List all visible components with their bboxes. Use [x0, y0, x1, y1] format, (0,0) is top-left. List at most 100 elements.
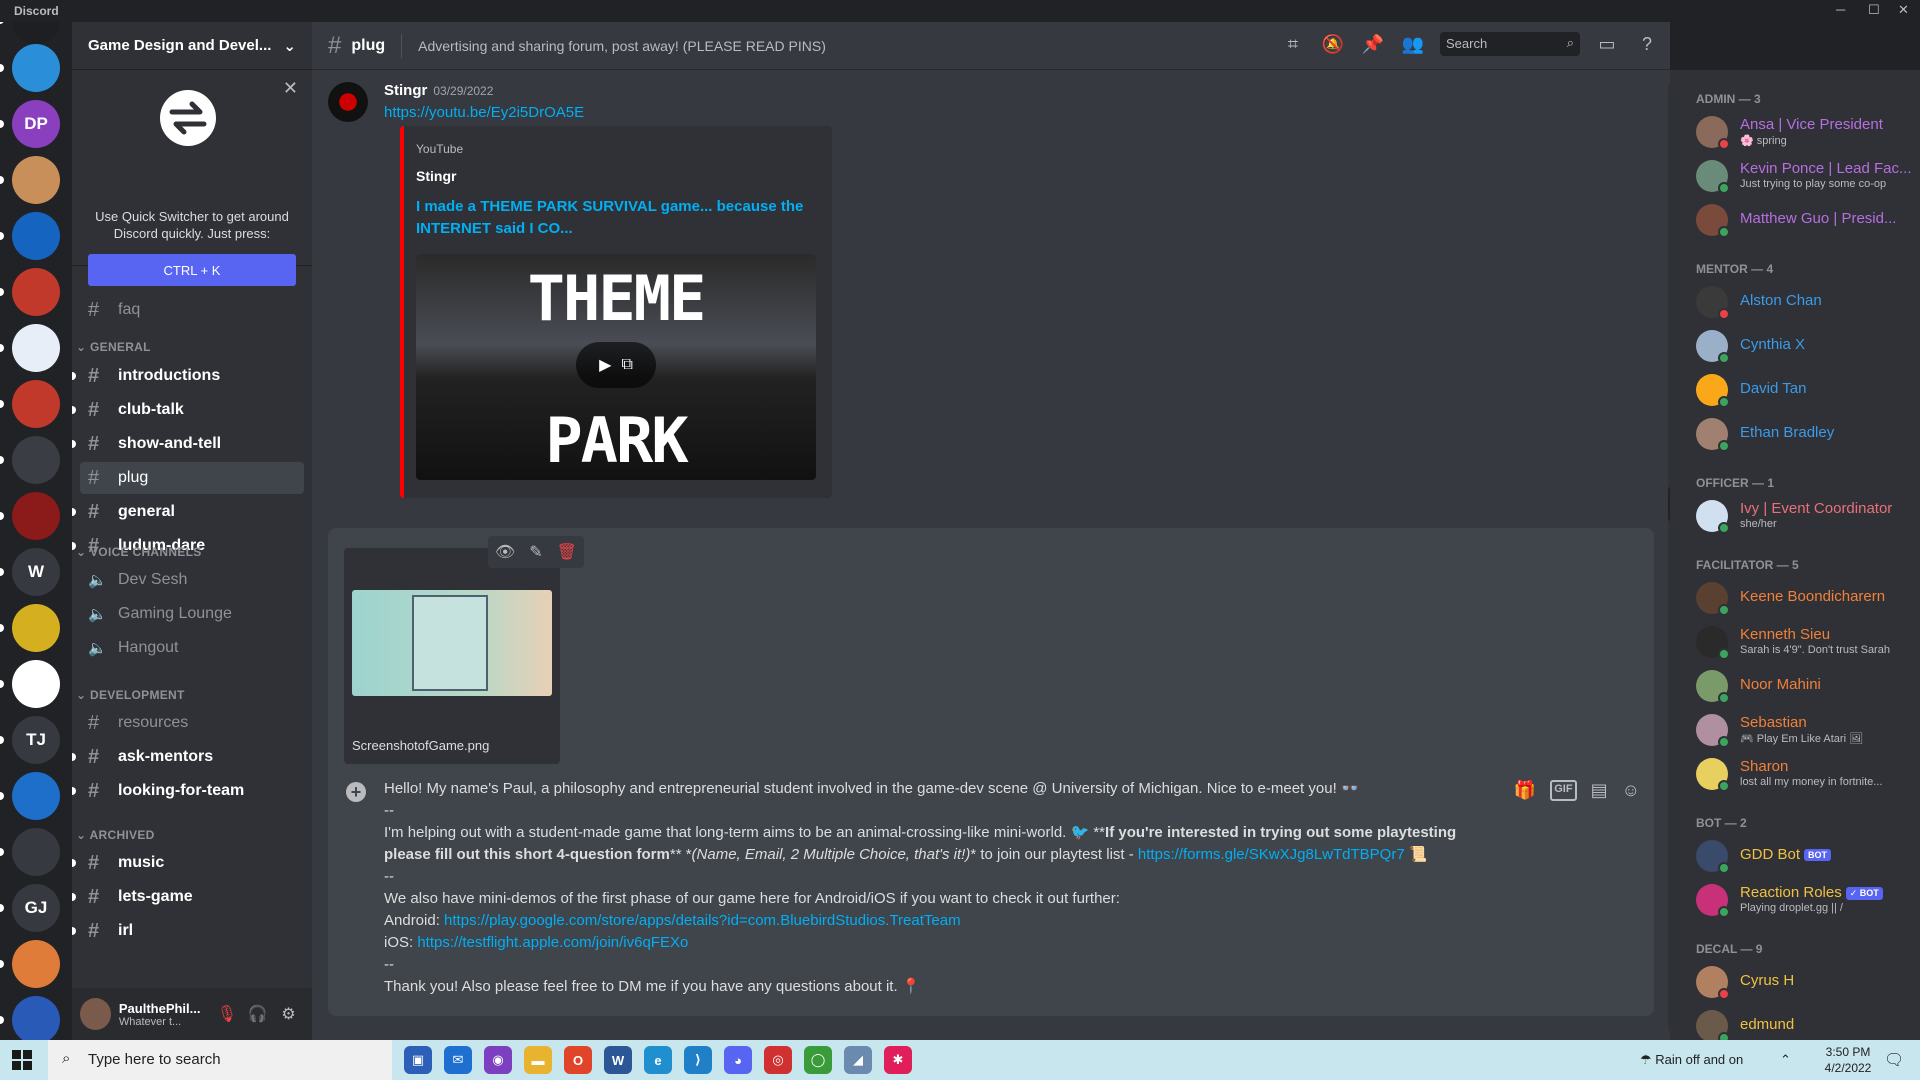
member-item[interactable]: Matthew Guo | Presid... — [1696, 200, 1916, 240]
channel-general[interactable]: # general — [72, 496, 304, 528]
headphones-icon[interactable]: 🎧 — [242, 1004, 273, 1024]
server-icon[interactable] — [12, 828, 60, 876]
office-icon[interactable]: O — [564, 1046, 592, 1074]
app-icon[interactable]: ◎ — [764, 1046, 792, 1074]
notification-bell-off-icon[interactable]: 🔕 — [1320, 34, 1346, 55]
member-item[interactable]: GDD Bot BOT — [1696, 836, 1916, 876]
server-icon[interactable] — [12, 268, 60, 316]
channel-ask-mentors[interactable]: # ask-mentors — [72, 741, 304, 773]
weather-widget[interactable]: ☂ Rain off and on — [1640, 1040, 1743, 1080]
sticker-icon[interactable]: ▤ — [1591, 780, 1608, 801]
task-view-icon[interactable]: ▣ — [404, 1046, 432, 1074]
emoji-icon[interactable]: ☺ — [1622, 780, 1640, 801]
quick-switcher-button[interactable]: CTRL + K — [88, 254, 296, 286]
avatar[interactable] — [328, 82, 368, 122]
channel-plug[interactable]: # plug — [80, 462, 304, 494]
mail-icon[interactable]: ✉ — [444, 1046, 472, 1074]
member-item[interactable]: Sharon lost all my money in fortnite... — [1696, 754, 1916, 794]
server-icon[interactable] — [12, 156, 60, 204]
server-icon[interactable] — [12, 604, 60, 652]
eye-icon[interactable]: 👁 — [495, 542, 515, 562]
avatar[interactable] — [80, 998, 111, 1030]
member-item[interactable]: Ivy | Event Coordinator she/her — [1696, 496, 1916, 536]
channel-show-and-tell[interactable]: # show-and-tell — [72, 428, 304, 460]
gift-icon[interactable]: 🎁 — [1514, 780, 1536, 801]
word-icon[interactable]: W — [604, 1046, 632, 1074]
server-icon[interactable] — [12, 772, 60, 820]
member-list-icon[interactable]: 👥 — [1400, 34, 1426, 55]
close-window-button[interactable]: ✕ — [1898, 2, 1909, 18]
member-item[interactable]: Reaction Roles ✓ BOT Playing droplet.gg ||… — [1696, 880, 1916, 920]
member-item[interactable]: Ethan Bradley — [1696, 414, 1916, 454]
message-author[interactable]: Stingr — [384, 82, 427, 99]
video-thumbnail[interactable]: THEME PARK ▶ ⧉ — [416, 254, 816, 480]
guild-header[interactable]: Game Design and Devel... ⌄ — [72, 22, 312, 70]
channel-irl[interactable]: # irl — [72, 915, 304, 947]
embed-provider[interactable]: YouTube — [416, 142, 463, 156]
category-development[interactable]: ⌄ DEVELOPMENT — [76, 688, 185, 702]
channel-looking-for-team[interactable]: # looking-for-team — [72, 775, 304, 807]
mute-microphone-icon[interactable]: 🎙 — [211, 1004, 242, 1024]
upload-plus-icon[interactable]: + — [346, 782, 366, 802]
chrome-icon[interactable]: ◯ — [804, 1046, 832, 1074]
inbox-icon[interactable]: ▭ — [1594, 34, 1620, 55]
channel-club-talk[interactable]: # club-talk — [72, 394, 304, 426]
category-voice[interactable]: ⌄ VOICE CHANNELS — [76, 545, 202, 559]
minimize-button[interactable]: ─ — [1836, 2, 1845, 17]
member-item[interactable]: Ansa | Vice President 🌸 spring — [1696, 112, 1916, 152]
help-icon[interactable]: ? — [1634, 34, 1660, 55]
server-icon[interactable] — [12, 996, 60, 1040]
member-item[interactable]: Sebastian 🎮 Play Em Like Atari 🖼 — [1696, 710, 1916, 750]
member-item[interactable]: Kevin Ponce | Lead Fac... Just trying to … — [1696, 156, 1916, 196]
file-explorer-icon[interactable]: ▬ — [524, 1046, 552, 1074]
discord-icon[interactable]: ◕ — [724, 1046, 752, 1074]
server-icon[interactable] — [12, 22, 60, 44]
message-input[interactable]: Hello! My name's Paul, a philosophy and … — [384, 778, 1484, 998]
threads-icon[interactable]: ⌗ — [1280, 34, 1306, 55]
taskbar-search-input[interactable]: ⌕ Type here to search — [48, 1040, 392, 1080]
message-link[interactable]: https://youtu.be/Ey2i5DrOA5E — [384, 104, 584, 121]
windows-start-icon[interactable] — [12, 1050, 32, 1070]
channel-gaming-lounge[interactable]: 🔈 Gaming Lounge — [80, 598, 304, 630]
maximize-button[interactable]: ☐ — [1868, 2, 1880, 18]
server-icon[interactable]: W — [12, 548, 60, 596]
pencil-icon[interactable]: ✎ — [529, 542, 542, 562]
server-icon[interactable] — [12, 380, 60, 428]
draft-link[interactable]: https://forms.gle/SKwXJg8LwTdTBPQr7 — [1138, 846, 1405, 863]
draft-link[interactable]: https://play.google.com/store/apps/detai… — [444, 912, 961, 929]
server-icon[interactable] — [12, 436, 60, 484]
server-icon[interactable]: DP — [12, 100, 60, 148]
channel-resources[interactable]: # resources — [80, 707, 304, 739]
channel-introductions[interactable]: # introductions — [72, 360, 304, 392]
channel-lets-game[interactable]: # lets-game — [72, 881, 304, 913]
channel-hangout[interactable]: 🔈 Hangout — [80, 632, 304, 664]
vscode-icon[interactable]: ⟩ — [684, 1046, 712, 1074]
draft-link[interactable]: https://testflight.apple.com/join/iv6qFE… — [417, 934, 688, 951]
server-icon[interactable] — [12, 492, 60, 540]
pin-icon[interactable]: 📌 — [1360, 34, 1386, 55]
member-item[interactable]: Keene Boondicharern — [1696, 578, 1916, 618]
server-icon[interactable] — [12, 212, 60, 260]
embed-title[interactable]: I made a THEME PARK SURVIVAL game... bec… — [416, 196, 806, 240]
close-icon[interactable]: ✕ — [283, 78, 298, 99]
channel-dev-sesh[interactable]: 🔈 Dev Sesh — [80, 564, 304, 596]
member-item[interactable]: Kenneth Sieu Sarah is 4'9". Don't trust S… — [1696, 622, 1916, 662]
gif-button[interactable]: GIF — [1550, 780, 1577, 801]
play-icon[interactable]: ▶ — [599, 355, 611, 375]
server-icon[interactable] — [12, 44, 60, 92]
server-icon[interactable] — [12, 660, 60, 708]
server-icon[interactable]: GJ — [12, 884, 60, 932]
clock[interactable]: 3:50 PM 4/2/2022 — [1816, 1040, 1880, 1080]
chevron-up-icon[interactable]: ⌃ — [1780, 1040, 1791, 1080]
category-archived[interactable]: ⌄ ARCHIVED — [76, 828, 155, 842]
channel-topic[interactable]: Advertising and sharing forum, post away… — [418, 38, 826, 54]
channel-music[interactable]: # music — [72, 847, 304, 879]
notification-icon[interactable]: 🗨 — [1884, 1040, 1904, 1080]
trash-icon[interactable]: 🗑 — [557, 542, 577, 562]
embed-author[interactable]: Stingr — [416, 168, 456, 184]
server-icon[interactable]: TJ — [12, 716, 60, 764]
gear-icon[interactable]: ⚙ — [273, 1004, 304, 1024]
member-item[interactable]: Alston Chan — [1696, 282, 1916, 322]
channel-faq[interactable]: # faq — [80, 294, 304, 326]
app-icon[interactable]: ◢ — [844, 1046, 872, 1074]
